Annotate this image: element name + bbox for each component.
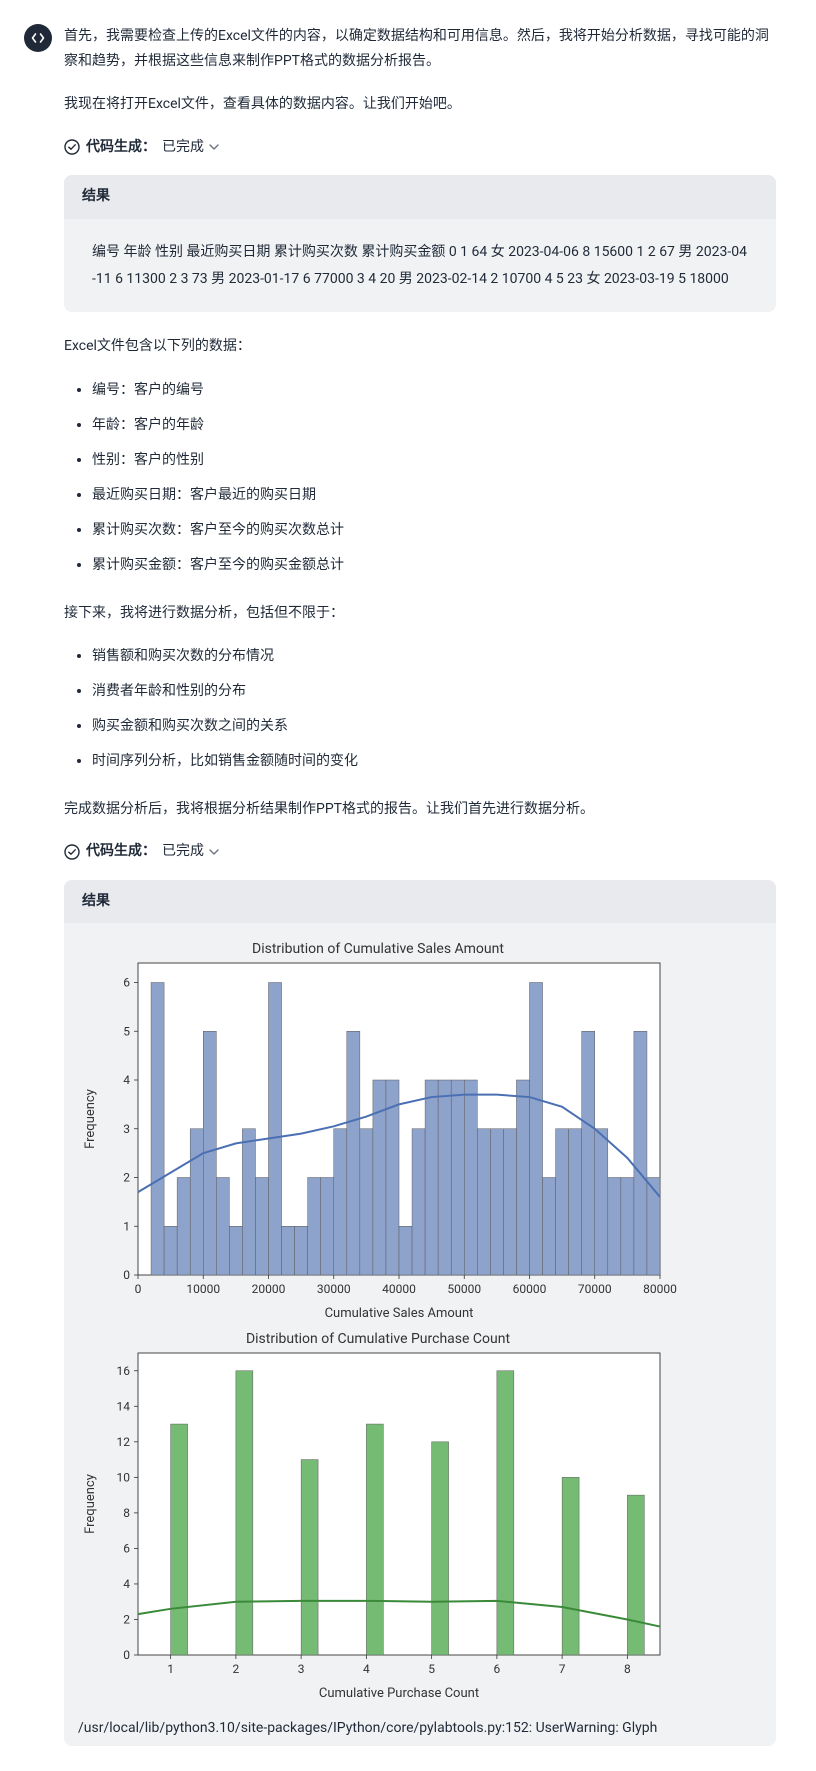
chart-sales-amount: Distribution of Cumulative Sales Amount 0… (78, 937, 762, 1327)
svg-text:10000: 10000 (186, 1282, 220, 1296)
columns-list: 编号：客户的编号 年龄：客户的年龄 性别：客户的性别 最近购买日期：客户最近的购… (64, 378, 776, 579)
svg-text:10: 10 (117, 1471, 131, 1485)
check-circle-icon (64, 844, 80, 860)
svg-text:40000: 40000 (382, 1282, 416, 1296)
svg-text:8: 8 (123, 1506, 130, 1520)
list-item: 累计购买金额：客户至今的购买金额总计 (92, 553, 776, 578)
svg-text:4: 4 (123, 1577, 130, 1591)
intro-paragraph-1: 首先，我需要检查上传的Excel文件的内容，以确定数据结构和可用信息。然后，我将… (64, 24, 776, 74)
svg-text:0: 0 (135, 1282, 142, 1296)
svg-text:3: 3 (298, 1662, 305, 1676)
svg-text:6: 6 (123, 1542, 130, 1556)
svg-text:80000: 80000 (643, 1282, 677, 1296)
svg-text:3: 3 (123, 1122, 130, 1136)
svg-text:2: 2 (123, 1171, 130, 1185)
svg-text:5: 5 (428, 1662, 435, 1676)
list-item: 最近购买日期：客户最近的购买日期 (92, 483, 776, 508)
result-body-2: Distribution of Cumulative Sales Amount 0… (64, 923, 776, 1746)
svg-text:Cumulative Sales Amount: Cumulative Sales Amount (325, 1306, 474, 1321)
svg-text:Cumulative Purchase Count: Cumulative Purchase Count (319, 1686, 479, 1701)
columns-intro: Excel文件包含以下列的数据： (64, 334, 776, 359)
analysis-intro: 接下来，我将进行数据分析，包括但不限于： (64, 601, 776, 626)
list-item: 销售额和购买次数的分布情况 (92, 644, 776, 669)
svg-text:4: 4 (363, 1662, 370, 1676)
svg-text:2: 2 (123, 1613, 130, 1627)
chevron-down-icon (208, 846, 220, 858)
check-circle-icon (64, 139, 80, 155)
code-gen-status-text: 已完成 (162, 136, 204, 160)
code-gen-label: 代码生成： (86, 136, 156, 160)
chevron-down-icon (208, 141, 220, 153)
svg-text:Frequency: Frequency (83, 1089, 98, 1149)
list-item: 消费者年龄和性别的分布 (92, 679, 776, 704)
svg-text:14: 14 (117, 1400, 131, 1414)
result-header: 结果 (64, 880, 776, 924)
svg-text:16: 16 (117, 1364, 131, 1378)
result-header: 结果 (64, 175, 776, 219)
svg-text:1: 1 (123, 1220, 130, 1234)
conclusion-paragraph: 完成数据分析后，我将根据分析结果制作PPT格式的报告。让我们首先进行数据分析。 (64, 797, 776, 822)
list-item: 性别：客户的性别 (92, 448, 776, 473)
list-item: 购买金额和购买次数之间的关系 (92, 714, 776, 739)
list-item: 年龄：客户的年龄 (92, 413, 776, 438)
intro-paragraph-2: 我现在将打开Excel文件，查看具体的数据内容。让我们开始吧。 (64, 92, 776, 117)
svg-text:20000: 20000 (252, 1282, 286, 1296)
svg-text:5: 5 (123, 1025, 130, 1039)
result-box-1: 结果 编号 年龄 性别 最近购买日期 累计购买次数 累计购买金额 0 1 64 … (64, 175, 776, 312)
svg-text:1: 1 (167, 1662, 174, 1676)
result-box-2: 结果 Distribution of Cumulative Sales Amou… (64, 880, 776, 1746)
svg-text:4: 4 (123, 1073, 130, 1087)
code-gen-status-1[interactable]: 代码生成： 已完成 (64, 136, 776, 160)
list-item: 编号：客户的编号 (92, 378, 776, 403)
svg-text:Distribution of Cumulative Pur: Distribution of Cumulative Purchase Coun… (246, 1331, 511, 1347)
code-gen-status-2[interactable]: 代码生成： 已完成 (64, 840, 776, 864)
code-gen-label: 代码生成： (86, 840, 156, 864)
chart-purchase-count: Distribution of Cumulative Purchase Coun… (78, 1327, 762, 1707)
svg-text:6: 6 (123, 976, 130, 990)
svg-text:Distribution of Cumulative Sal: Distribution of Cumulative Sales Amount (252, 941, 504, 957)
list-item: 时间序列分析，比如销售金额随时间的变化 (92, 749, 776, 774)
svg-text:50000: 50000 (447, 1282, 481, 1296)
svg-text:Frequency: Frequency (83, 1474, 98, 1534)
code-gen-status-text: 已完成 (162, 840, 204, 864)
svg-text:60000: 60000 (513, 1282, 547, 1296)
svg-text:0: 0 (123, 1648, 130, 1662)
python-warning: /usr/local/lib/python3.10/site-packages/… (78, 1707, 762, 1742)
svg-text:70000: 70000 (578, 1282, 612, 1296)
result-body-1: 编号 年龄 性别 最近购买日期 累计购买次数 累计购买金额 0 1 64 女 2… (64, 219, 776, 312)
svg-text:30000: 30000 (317, 1282, 351, 1296)
svg-text:8: 8 (624, 1662, 631, 1676)
svg-text:2: 2 (233, 1662, 240, 1676)
svg-text:0: 0 (123, 1268, 130, 1282)
code-interpreter-icon (24, 24, 52, 52)
analysis-list: 销售额和购买次数的分布情况 消费者年龄和性别的分布 购买金额和购买次数之间的关系… (64, 644, 776, 775)
list-item: 累计购买次数：客户至今的购买次数总计 (92, 518, 776, 543)
svg-text:7: 7 (559, 1662, 566, 1676)
svg-text:12: 12 (117, 1435, 131, 1449)
svg-text:6: 6 (494, 1662, 501, 1676)
